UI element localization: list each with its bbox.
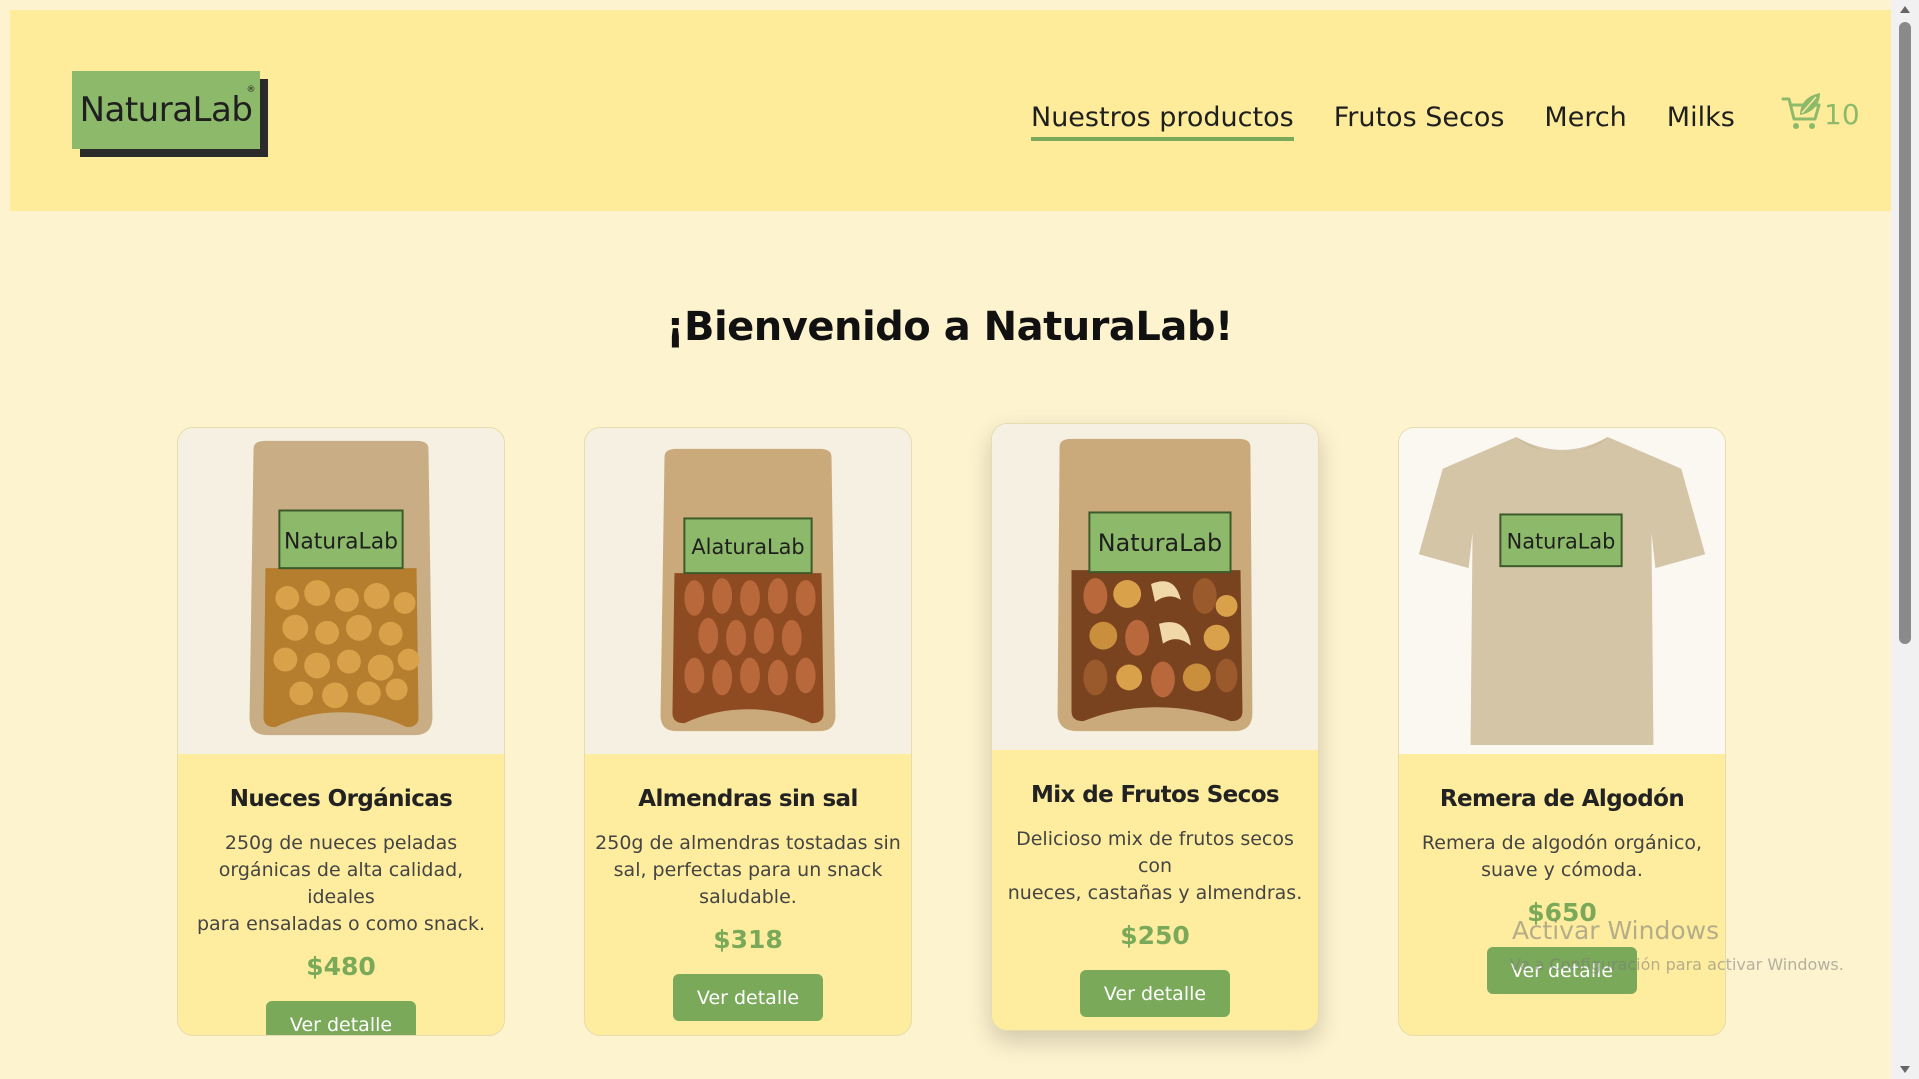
logo-registered-mark: ® xyxy=(246,85,256,95)
cart-count: 10 xyxy=(1824,97,1860,131)
product-image[interactable]: NaturaLab xyxy=(178,428,504,754)
product-title: Nueces Orgánicas xyxy=(229,786,453,812)
product-price: $250 xyxy=(1120,921,1190,950)
shirt-print-label: NaturaLab xyxy=(1507,529,1616,553)
product-price: $318 xyxy=(713,925,783,954)
scroll-thumb[interactable] xyxy=(1899,22,1911,644)
nav-item-merch[interactable]: Merch xyxy=(1544,102,1626,137)
product-description: 250g de almendras tostadas sin sal, perf… xyxy=(595,832,901,908)
ver-detalle-button[interactable]: Ver detalle xyxy=(266,1001,416,1035)
product-card[interactable]: NaturaLab Mix de Frutos Secos Delicioso … xyxy=(991,423,1319,1031)
product-description: Delicioso mix de frutos secos con nueces… xyxy=(1007,828,1303,904)
nav-item-nuestros-productos[interactable]: Nuestros productos xyxy=(1031,102,1294,141)
watermark-subtitle: Ve a Configuración para activar Windows. xyxy=(1510,955,1844,974)
product-image[interactable]: NaturaLab xyxy=(1399,428,1725,754)
logo[interactable]: NaturaLab ® xyxy=(72,71,268,157)
logo-box: NaturaLab ® xyxy=(72,71,260,149)
package-label: AlaturaLab xyxy=(691,535,804,559)
product-card[interactable]: AlaturaLab Almendras sin sal 250g de alm… xyxy=(584,427,912,1036)
scroll-up-arrow-icon[interactable] xyxy=(1900,6,1910,13)
product-title: Remera de Algodón xyxy=(1439,786,1685,812)
watermark-title: Activar Windows xyxy=(1512,916,1720,945)
welcome-heading: ¡Bienvenido a NaturaLab! xyxy=(666,304,1233,350)
product-image[interactable]: AlaturaLab xyxy=(585,428,911,754)
nav-item-milks[interactable]: Milks xyxy=(1667,102,1735,137)
package-label: NaturaLab xyxy=(284,529,398,554)
product-price: $480 xyxy=(306,952,376,981)
product-image[interactable]: NaturaLab xyxy=(992,424,1318,750)
package-label: NaturaLab xyxy=(1098,529,1222,557)
nav-item-frutos-secos[interactable]: Frutos Secos xyxy=(1334,102,1505,137)
product-title: Mix de Frutos Secos xyxy=(1030,782,1280,808)
logo-text: NaturaLab xyxy=(79,90,253,130)
main-nav: Nuestros productos Frutos Secos Merch Mi… xyxy=(1031,102,1775,141)
windows-activation-watermark: Activar Windows Ve a Configuración para … xyxy=(1510,916,1844,974)
product-card[interactable]: NaturaLab Nueces Orgánicas 250g de nuece… xyxy=(177,427,505,1036)
site-header: NaturaLab ® Nuestros productos Frutos Se… xyxy=(10,10,1891,211)
ver-detalle-button[interactable]: Ver detalle xyxy=(673,974,823,1021)
vertical-scrollbar[interactable] xyxy=(1891,0,1919,1079)
scroll-down-arrow-icon[interactable] xyxy=(1900,1066,1910,1073)
product-description: Remera de algodón orgánico, suave y cómo… xyxy=(1421,832,1703,881)
ver-detalle-button[interactable]: Ver detalle xyxy=(1080,970,1230,1017)
product-description: 250g de nueces peladas orgánicas de alta… xyxy=(196,832,485,935)
cart-leaf-icon xyxy=(1780,89,1824,140)
product-title: Almendras sin sal xyxy=(638,786,858,812)
cart-button[interactable]: 10 xyxy=(1780,90,1860,138)
